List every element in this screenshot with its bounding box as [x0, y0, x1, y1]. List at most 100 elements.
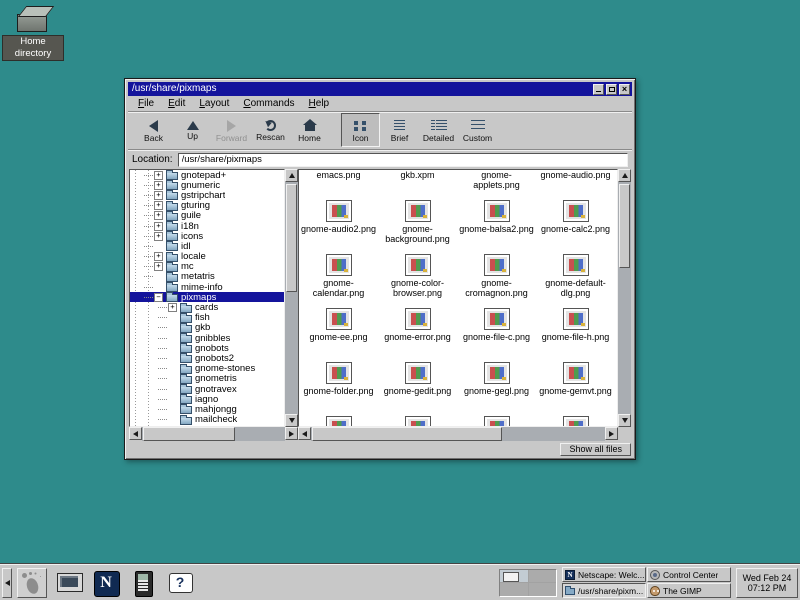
task-control-center[interactable]: Control Center — [647, 567, 731, 582]
expand-icon[interactable]: + — [154, 232, 163, 241]
menu-edit[interactable]: Edit — [161, 97, 192, 110]
tree-item-mc[interactable]: +mc — [130, 262, 284, 272]
tree-item-gkb[interactable]: gkb — [130, 323, 284, 333]
scrollbar-thumb[interactable] — [312, 427, 502, 441]
tree-item-mime-info[interactable]: mime-info — [130, 282, 284, 292]
task-netscape-welc[interactable]: Netscape: Welc... — [562, 567, 646, 582]
brief-button[interactable]: Brief — [380, 113, 419, 147]
tree-item-iagno[interactable]: iagno — [130, 394, 284, 404]
back-button[interactable]: Back — [134, 113, 173, 147]
file-gnome-file-h-png[interactable]: gnome-file-h.png — [536, 306, 615, 360]
file-gnome-balsa2-png[interactable]: gnome-balsa2.png — [457, 198, 536, 252]
icon-button[interactable]: Icon — [341, 113, 380, 147]
close-button[interactable]: × — [619, 84, 630, 95]
file-gnome-folder-png[interactable]: gnome-folder.png — [299, 360, 378, 414]
location-input[interactable] — [178, 153, 628, 167]
tree-item-fish[interactable]: fish — [130, 313, 284, 323]
workspace-4[interactable] — [529, 583, 557, 596]
gnome-menu-button[interactable] — [17, 568, 47, 598]
scroll-left-button[interactable] — [129, 427, 142, 440]
file-gnome-color-browser-png[interactable]: gnome-color-browser.png — [378, 252, 457, 306]
tree-item-gnibbles[interactable]: gnibbles — [130, 333, 284, 343]
file-gnome-error-png[interactable]: gnome-error.png — [378, 306, 457, 360]
scrollbar-track[interactable] — [142, 427, 285, 441]
task-the-gimp[interactable]: The GIMP — [647, 583, 731, 598]
keyboard-button[interactable] — [128, 568, 158, 598]
file-item[interactable] — [457, 414, 536, 427]
desktop-icon-home[interactable]: Home directory — [2, 5, 64, 61]
expand-icon[interactable]: + — [154, 171, 163, 180]
minimize-button[interactable] — [593, 84, 604, 95]
file-gnome-gemvt-png[interactable]: gnome-gemvt.png — [536, 360, 615, 414]
collapse-icon[interactable]: − — [154, 293, 163, 302]
file-gnome-ee-png[interactable]: gnome-ee.png — [299, 306, 378, 360]
scrollbar-thumb[interactable] — [143, 427, 235, 441]
tree-item-pixmaps[interactable]: −pixmaps — [130, 292, 284, 302]
scroll-right-button[interactable] — [605, 427, 618, 440]
tree-item-gnotravex[interactable]: gnotravex — [130, 384, 284, 394]
help-button[interactable] — [165, 568, 195, 598]
file-gnome-calc2-png[interactable]: gnome-calc2.png — [536, 198, 615, 252]
file-gnome-calendar-png[interactable]: gnome-calendar.png — [299, 252, 378, 306]
file-gkb-xpm[interactable]: gkb.xpm — [378, 169, 457, 198]
file-gnome-default-dlg-png[interactable]: gnome-default-dlg.png — [536, 252, 615, 306]
file-gnome-audio-png[interactable]: gnome-audio.png — [536, 169, 615, 198]
tree-item-gnome-stones[interactable]: gnome-stones — [130, 364, 284, 374]
expand-icon[interactable]: + — [154, 181, 163, 190]
show-all-files-button[interactable]: Show all files — [560, 443, 631, 456]
files-vertical-scrollbar[interactable] — [618, 169, 631, 427]
tree-item-gstripchart[interactable]: +gstripchart — [130, 190, 284, 200]
file-gnome-cromagnon-png[interactable]: gnome-cromagnon.png — [457, 252, 536, 306]
tree-item-gnumeric[interactable]: +gnumeric — [130, 180, 284, 190]
tree-item-i18n[interactable]: +i18n — [130, 221, 284, 231]
workspace-2[interactable] — [529, 570, 557, 583]
tree-item-guile[interactable]: +guile — [130, 211, 284, 221]
menu-layout[interactable]: Layout — [192, 97, 236, 110]
tree-vertical-scrollbar[interactable] — [285, 169, 298, 427]
home-button[interactable]: Home — [290, 113, 329, 147]
workspace-3[interactable] — [500, 583, 528, 596]
tree-item-cards[interactable]: +cards — [130, 302, 284, 312]
menu-file[interactable]: File — [131, 97, 161, 110]
file-item[interactable] — [299, 414, 378, 427]
scroll-down-button[interactable] — [618, 414, 631, 427]
expand-icon[interactable]: + — [154, 211, 163, 220]
menu-help[interactable]: Help — [302, 97, 337, 110]
expand-icon[interactable]: + — [154, 252, 163, 261]
scroll-up-button[interactable] — [285, 169, 298, 182]
panel-hide-left-button[interactable] — [2, 568, 12, 598]
rescan-button[interactable]: Rescan — [251, 113, 290, 147]
files-horizontal-scrollbar[interactable] — [298, 427, 618, 441]
file-emacs-png[interactable]: emacs.png — [299, 169, 378, 198]
expand-icon[interactable]: + — [154, 191, 163, 200]
custom-button[interactable]: Custom — [458, 113, 497, 147]
workspace-1[interactable] — [500, 570, 528, 583]
tree-item-mailcheck[interactable]: mailcheck — [130, 415, 284, 425]
detailed-button[interactable]: Detailed — [419, 113, 458, 147]
menu-commands[interactable]: Commands — [236, 97, 301, 110]
scrollbar-track[interactable] — [618, 182, 631, 414]
tree-item-icons[interactable]: +icons — [130, 231, 284, 241]
expand-icon[interactable]: + — [154, 222, 163, 231]
window-titlebar[interactable]: /usr/share/pixmaps × — [128, 82, 632, 96]
scrollbar-track[interactable] — [285, 182, 298, 414]
tree-item-locale[interactable]: +locale — [130, 252, 284, 262]
file-gnome-gegl-png[interactable]: gnome-gegl.png — [457, 360, 536, 414]
up-button[interactable]: Up — [173, 113, 212, 147]
file-gnome-file-c-png[interactable]: gnome-file-c.png — [457, 306, 536, 360]
scroll-left-button[interactable] — [298, 427, 311, 440]
file-gnome-background-png[interactable]: gnome-background.png — [378, 198, 457, 252]
scroll-down-button[interactable] — [285, 414, 298, 427]
tree-item-idl[interactable]: idl — [130, 241, 284, 251]
scrollbar-thumb[interactable] — [619, 184, 630, 268]
maximize-button[interactable] — [606, 84, 617, 95]
tree-item-mahjongg[interactable]: mahjongg — [130, 404, 284, 414]
tree-item-gnometris[interactable]: gnometris — [130, 374, 284, 384]
tree-horizontal-scrollbar[interactable] — [129, 427, 298, 441]
scrollbar-thumb[interactable] — [286, 184, 297, 292]
tree-item-gturing[interactable]: +gturing — [130, 201, 284, 211]
scrollbar-track[interactable] — [311, 427, 605, 441]
file-gnome-gedit-png[interactable]: gnome-gedit.png — [378, 360, 457, 414]
file-gnome-applets-png[interactable]: gnome-applets.png — [457, 169, 536, 198]
expand-icon[interactable]: + — [168, 303, 177, 312]
